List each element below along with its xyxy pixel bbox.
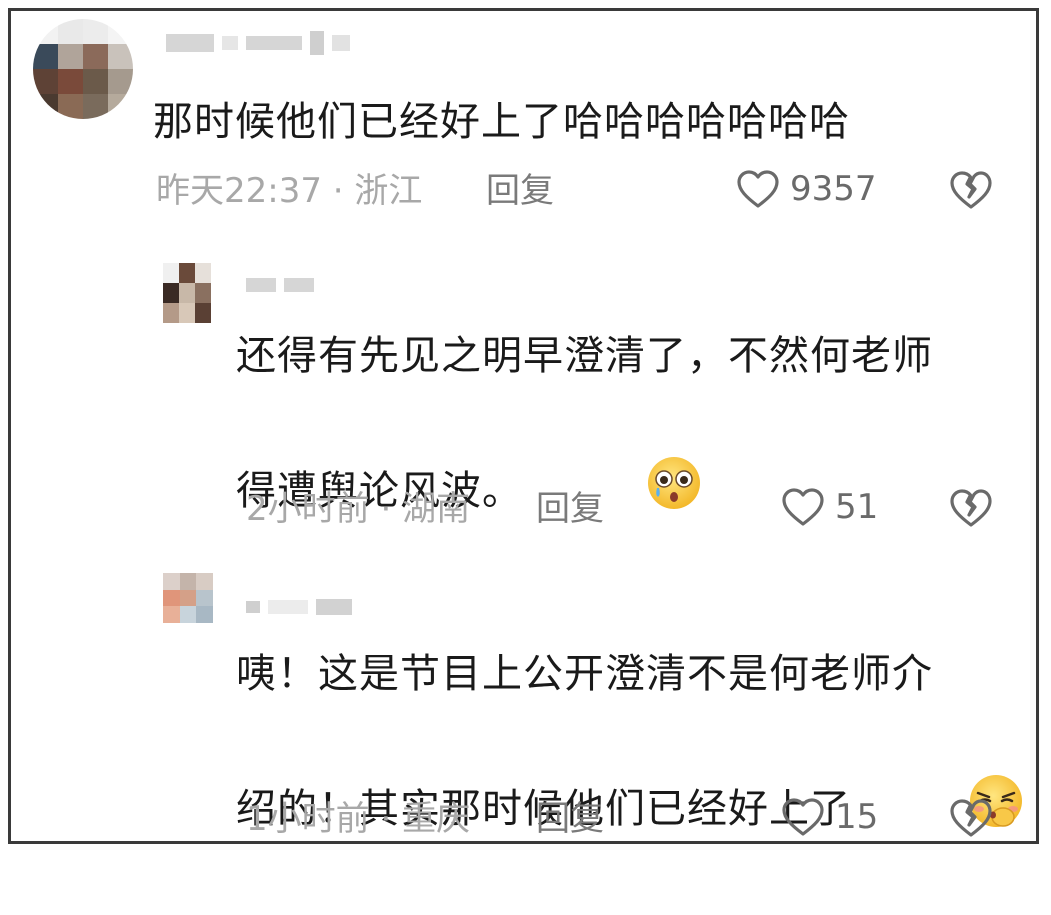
avatar[interactable] (33, 19, 133, 119)
reply-button[interactable]: 回复 (536, 799, 604, 839)
like-button[interactable]: 15 (781, 797, 878, 837)
broken-heart-icon[interactable] (948, 169, 994, 211)
comment-item: 咦！这是节目上公开澄清不是何老师介 绍的！其实那时候他们已经好上了 1小时前 ·… (11, 551, 1036, 841)
broken-heart-icon[interactable] (948, 487, 994, 529)
like-button[interactable]: 51 (781, 487, 878, 527)
like-button[interactable]: 9357 (736, 169, 877, 209)
avatar[interactable] (163, 263, 211, 323)
smug-emoji (855, 707, 1027, 915)
comment-meta: 2小时前 · 湖南 (246, 489, 470, 529)
avatar[interactable] (163, 573, 213, 623)
comment-text: 那时候他们已经好上了哈哈哈哈哈哈哈 (153, 99, 850, 145)
like-count: 9357 (790, 169, 877, 209)
comment-time: 2小时前 (246, 489, 370, 529)
heart-icon (782, 798, 824, 836)
broken-heart-icon[interactable] (948, 797, 994, 839)
comment-item: 那时候他们已经好上了哈哈哈哈哈哈哈 昨天22:37 · 浙江 回复 9357 (11, 11, 1036, 231)
comment-meta: 昨天22:37 · 浙江 (156, 171, 422, 211)
comment-location: 湖南 (402, 489, 471, 529)
username-blurred[interactable] (246, 599, 352, 615)
username-blurred[interactable] (166, 31, 350, 55)
meta-separator: · (369, 489, 403, 529)
heart-icon (782, 488, 824, 526)
meta-separator: · (369, 799, 403, 839)
comment-text: 咦！这是节目上公开澄清不是何老师介 绍的！其实那时候他们已经好上了 (236, 641, 1036, 915)
comment-time: 昨天22:37 (156, 171, 322, 211)
like-count: 51 (835, 487, 879, 527)
reply-button[interactable]: 回复 (486, 171, 554, 211)
comment-location: 重庆 (402, 799, 471, 839)
heart-icon (737, 170, 779, 208)
comments-panel: 那时候他们已经好上了哈哈哈哈哈哈哈 昨天22:37 · 浙江 回复 9357 还… (8, 8, 1039, 844)
reply-button[interactable]: 回复 (536, 489, 604, 529)
meta-separator: · (321, 171, 355, 211)
comment-meta: 1小时前 · 重庆 (246, 799, 470, 839)
comment-location: 浙江 (354, 171, 423, 211)
like-count: 15 (835, 797, 879, 837)
comment-item: 还得有先见之明早澄清了，不然何老师 得遭舆论风波。 2小时前 · 湖南 回复 5… (11, 241, 1036, 541)
username-blurred[interactable] (246, 278, 314, 292)
comment-time: 1小时前 (246, 799, 370, 839)
